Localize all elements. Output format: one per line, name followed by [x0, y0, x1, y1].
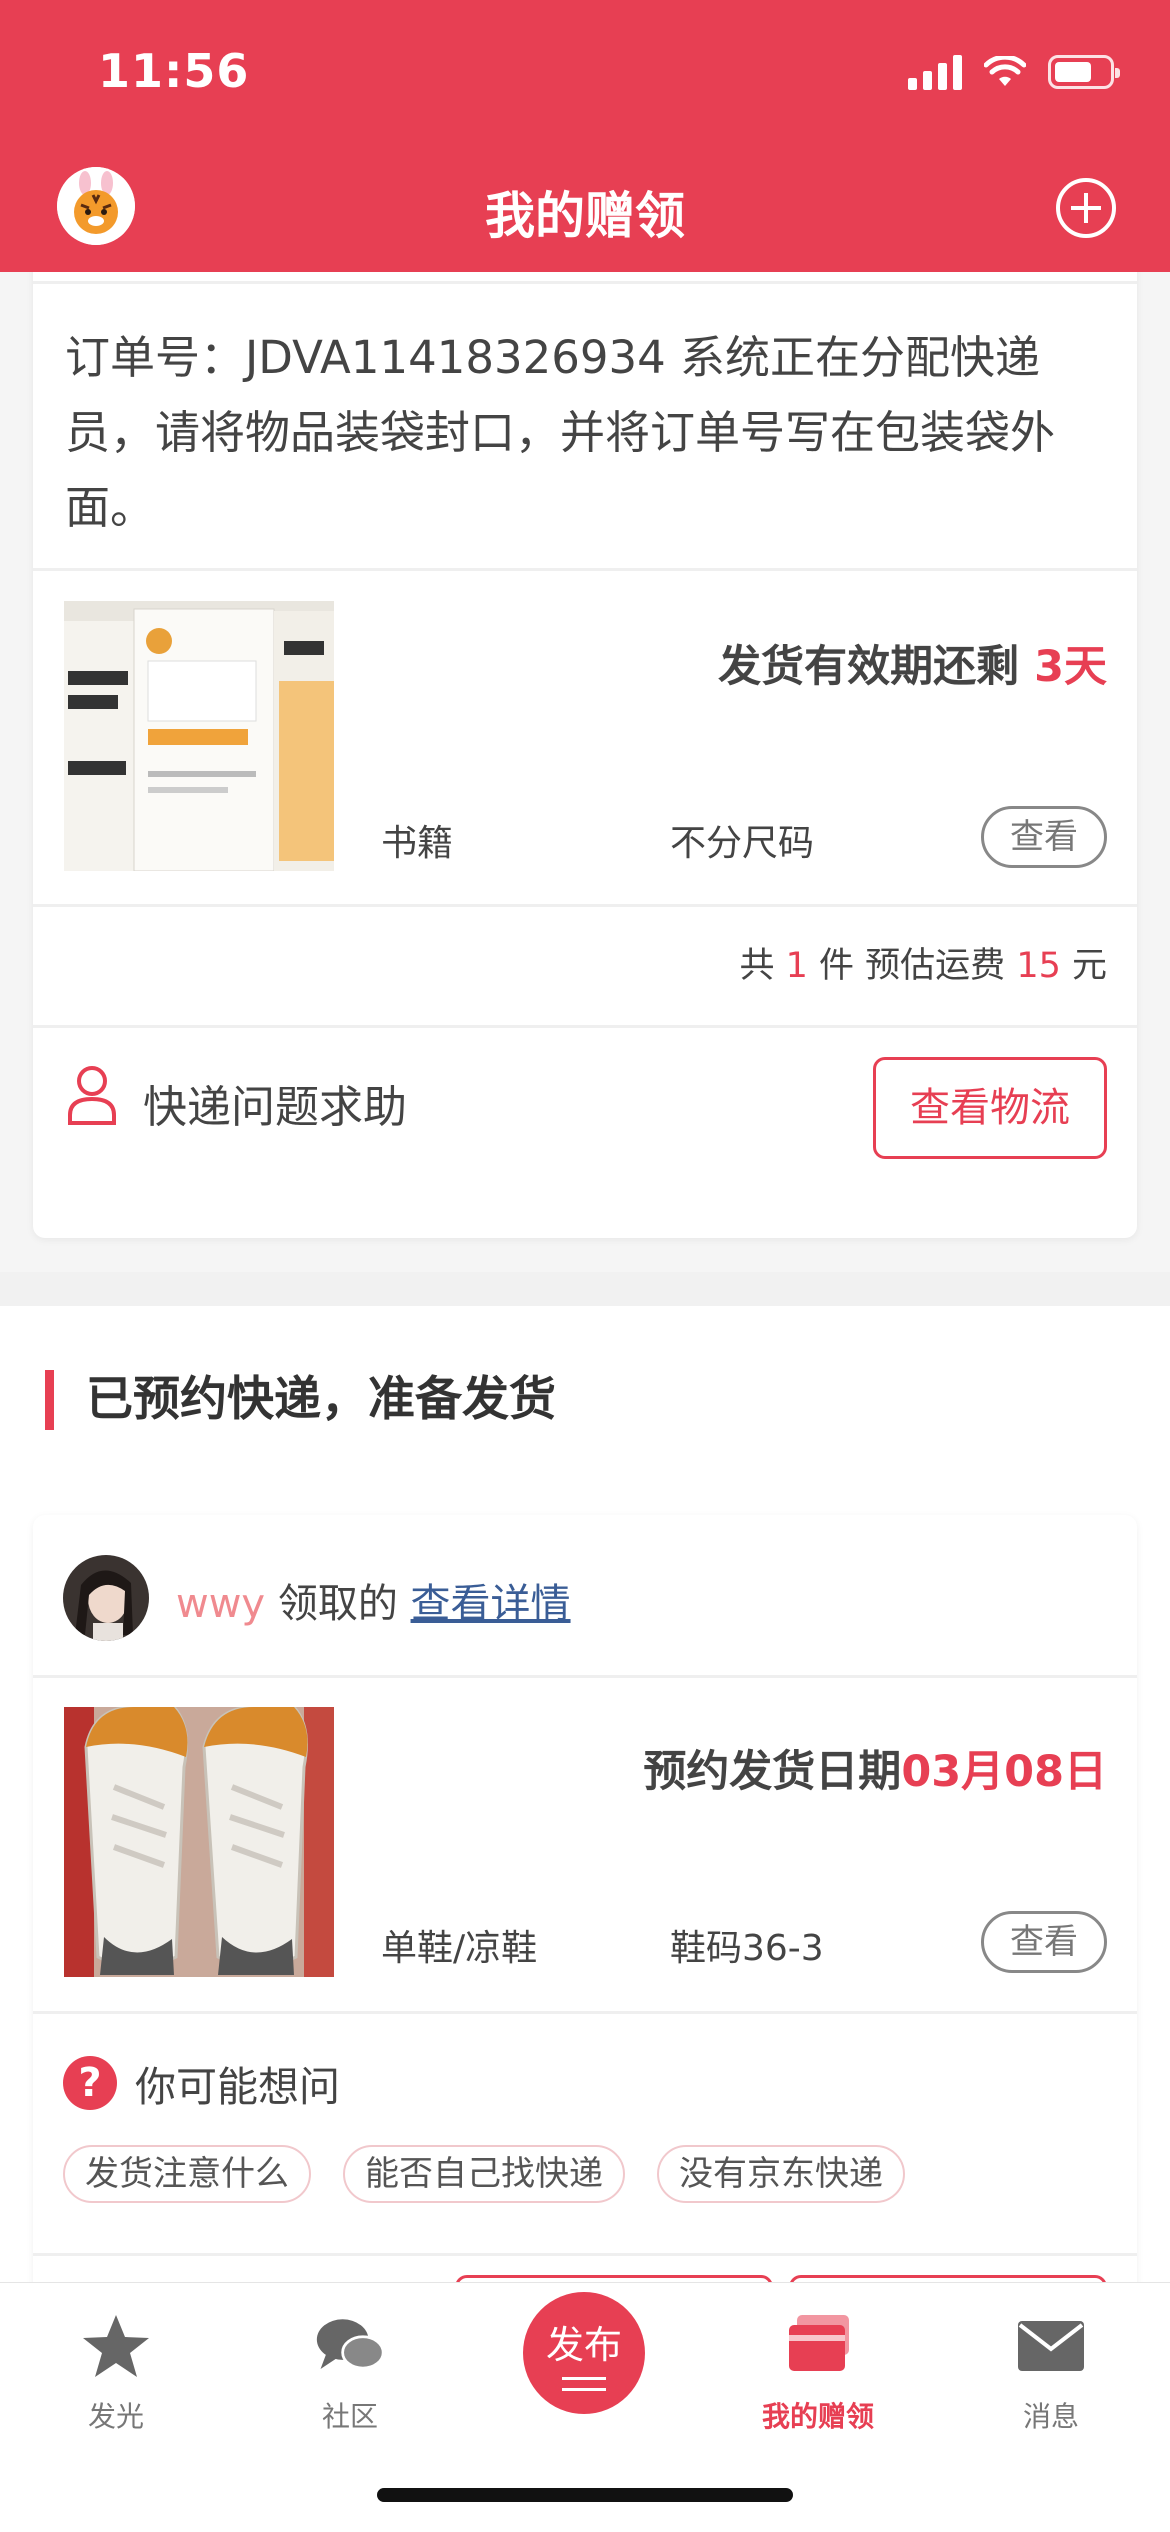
action-button[interactable] — [789, 2275, 1107, 2282]
summary-suffix: 元 — [1060, 946, 1107, 986]
status-time: 11:56 — [98, 44, 250, 98]
tab-my-gifts[interactable]: 我的赠领 — [738, 2313, 898, 2435]
ship-date: 预约发货日期03月08日 — [643, 1737, 1107, 1799]
gift-cards-icon — [789, 2315, 849, 2371]
faq-chips: 发货注意什么 能否自己找快递 没有京东快递 — [63, 2145, 905, 2203]
order-card: 订单号：JDVA11418326934 系统正在分配快递员，请将物品装袋封口，并… — [33, 272, 1137, 1238]
star-icon — [83, 2315, 149, 2377]
mail-icon — [1018, 2321, 1084, 2371]
receiver-name[interactable]: wwy — [176, 1581, 265, 1627]
divider — [33, 568, 1137, 571]
tab-label: 发光 — [87, 2400, 144, 2433]
order-summary: 共 1 件 预估运费 15 元 — [740, 937, 1108, 988]
ship-date-label: 预约发货日期 — [643, 1747, 902, 1797]
publish-icon — [562, 2377, 606, 2391]
divider — [33, 1675, 1137, 1678]
section-title: 已预约快递，准备发货 — [45, 1370, 556, 1430]
tab-label: 消息 — [1022, 2400, 1079, 2433]
publish-label: 发布 — [545, 2323, 622, 2367]
divider — [33, 2011, 1137, 2014]
item-size: 不分尺码 — [670, 823, 815, 864]
app-header: 11:56 我的赠领 — [0, 0, 1170, 272]
courier-help-link[interactable]: 快递问题求助 — [143, 1071, 407, 1135]
deadline-value: 3天 — [1034, 642, 1107, 692]
main-content: 订单号：JDVA11418326934 系统正在分配快递员，请将物品装袋封口，并… — [0, 272, 1170, 2282]
action-buttons — [455, 2275, 1107, 2282]
view-item-button[interactable]: 查看 — [981, 806, 1107, 868]
status-icons — [908, 54, 1120, 90]
signal-icon — [908, 54, 962, 90]
item-thumbnail-shoes[interactable] — [64, 1707, 334, 1977]
add-button[interactable] — [1056, 178, 1116, 238]
shipping-fee: 15 — [1016, 946, 1061, 986]
summary-prefix: 共 — [739, 946, 786, 986]
receiver-line: wwy 领取的 查看详情 — [176, 1571, 571, 1629]
section-separator — [0, 1272, 1170, 1306]
view-item-button[interactable]: 查看 — [981, 1911, 1107, 1973]
item-category: 书籍 — [381, 823, 454, 864]
action-button[interactable] — [455, 2275, 773, 2282]
shipping-deadline: 发货有效期还剩 3天 — [718, 632, 1107, 694]
tab-label: 社区 — [321, 2400, 378, 2433]
publish-button[interactable]: 发布 — [523, 2292, 645, 2414]
divider — [33, 904, 1137, 907]
courier-help-row: 快递问题求助 查看物流 — [33, 1027, 1137, 1159]
faq-header: ? 你可能想问 — [63, 2053, 340, 2113]
view-logistics-button[interactable]: 查看物流 — [873, 1057, 1107, 1159]
faq-label: 你可能想问 — [135, 2063, 340, 2111]
avatar[interactable] — [63, 1555, 149, 1641]
wifi-icon — [984, 56, 1026, 86]
item-count: 1 — [785, 946, 808, 986]
item-thumbnail-books[interactable] — [64, 601, 334, 871]
question-icon: ? — [63, 2056, 117, 2110]
tab-shine[interactable]: 发光 — [36, 2313, 196, 2435]
battery-icon — [1048, 55, 1120, 89]
books-image — [64, 601, 334, 871]
received-text: 领取的 — [265, 1581, 411, 1627]
chat-icon — [316, 2319, 385, 2370]
order-instructions: 订单号：JDVA11418326934 系统正在分配快递员，请将物品装袋封口，并… — [65, 331, 1056, 534]
shoes-image — [64, 1707, 334, 1977]
faq-chip[interactable]: 发货注意什么 — [63, 2145, 311, 2203]
item-category: 单鞋/凉鞋 — [381, 1928, 538, 1969]
tab-label: 我的赠领 — [761, 2400, 874, 2433]
home-indicator — [377, 2488, 793, 2502]
ship-date-value: 03月08日 — [901, 1747, 1107, 1797]
view-details-link[interactable]: 查看详情 — [411, 1581, 571, 1627]
faq-chip[interactable]: 没有京东快递 — [657, 2145, 905, 2203]
faq-chip[interactable]: 能否自己找快递 — [343, 2145, 625, 2203]
divider — [33, 2253, 1137, 2256]
reserved-shipment-card: wwy 领取的 查看详情 预约发货日期03月08日 单鞋/凉鞋 鞋码36-3 查… — [33, 1515, 1137, 2282]
tab-messages[interactable]: 消息 — [971, 2313, 1131, 2435]
divider — [33, 281, 1137, 284]
person-icon — [68, 1066, 116, 1125]
tab-community[interactable]: 社区 — [270, 2313, 430, 2435]
summary-mid: 件 预估运费 — [807, 946, 1017, 986]
bottom-tab-bar: 发光 社区 发布 我的赠领 消息 — [0, 2282, 1170, 2532]
user-avatar-image — [63, 1555, 149, 1641]
deadline-label: 发货有效期还剩 — [718, 642, 1035, 692]
page-title: 我的赠领 — [485, 187, 685, 245]
item-size: 鞋码36-3 — [670, 1928, 824, 1969]
